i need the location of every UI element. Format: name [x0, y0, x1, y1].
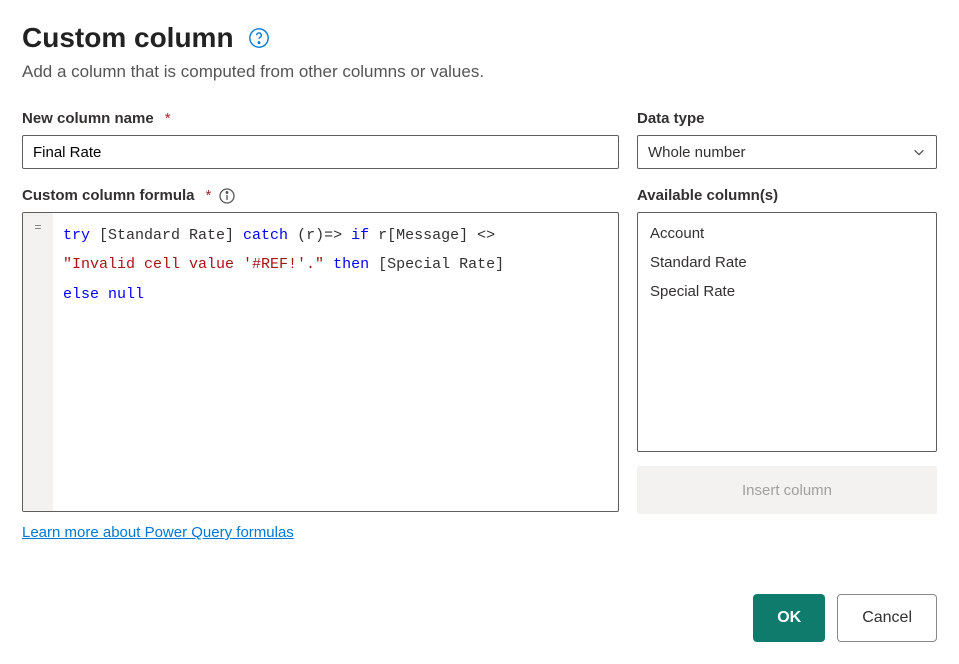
required-asterisk: * — [206, 187, 212, 204]
insert-column-button: Insert column — [637, 466, 937, 514]
ok-button[interactable]: OK — [753, 594, 825, 642]
data-type-label: Data type — [637, 110, 705, 127]
cancel-button[interactable]: Cancel — [837, 594, 937, 642]
page-subtitle: Add a column that is computed from other… — [22, 62, 937, 82]
formula-gutter: = — [23, 213, 53, 511]
list-item[interactable]: Special Rate — [638, 277, 936, 306]
available-columns-list: Account Standard Rate Special Rate — [637, 212, 937, 452]
new-column-name-label: New column name — [22, 110, 154, 127]
info-icon[interactable] — [219, 188, 235, 204]
help-icon[interactable] — [248, 27, 270, 49]
formula-editor[interactable]: = try [Standard Rate] catch (r)=> if r[M… — [22, 212, 619, 512]
data-type-select[interactable]: Whole number — [637, 135, 937, 169]
list-item[interactable]: Account — [638, 219, 936, 248]
formula-label: Custom column formula — [22, 187, 195, 204]
list-item[interactable]: Standard Rate — [638, 248, 936, 277]
chevron-down-icon — [912, 145, 926, 159]
available-columns-label: Available column(s) — [637, 187, 778, 204]
data-type-value: Whole number — [648, 144, 746, 161]
new-column-name-input[interactable] — [22, 135, 619, 169]
learn-more-link[interactable]: Learn more about Power Query formulas — [22, 524, 294, 541]
formula-code[interactable]: try [Standard Rate] catch (r)=> if r[Mes… — [53, 213, 618, 511]
required-asterisk: * — [165, 110, 171, 127]
page-title: Custom column — [22, 22, 234, 54]
